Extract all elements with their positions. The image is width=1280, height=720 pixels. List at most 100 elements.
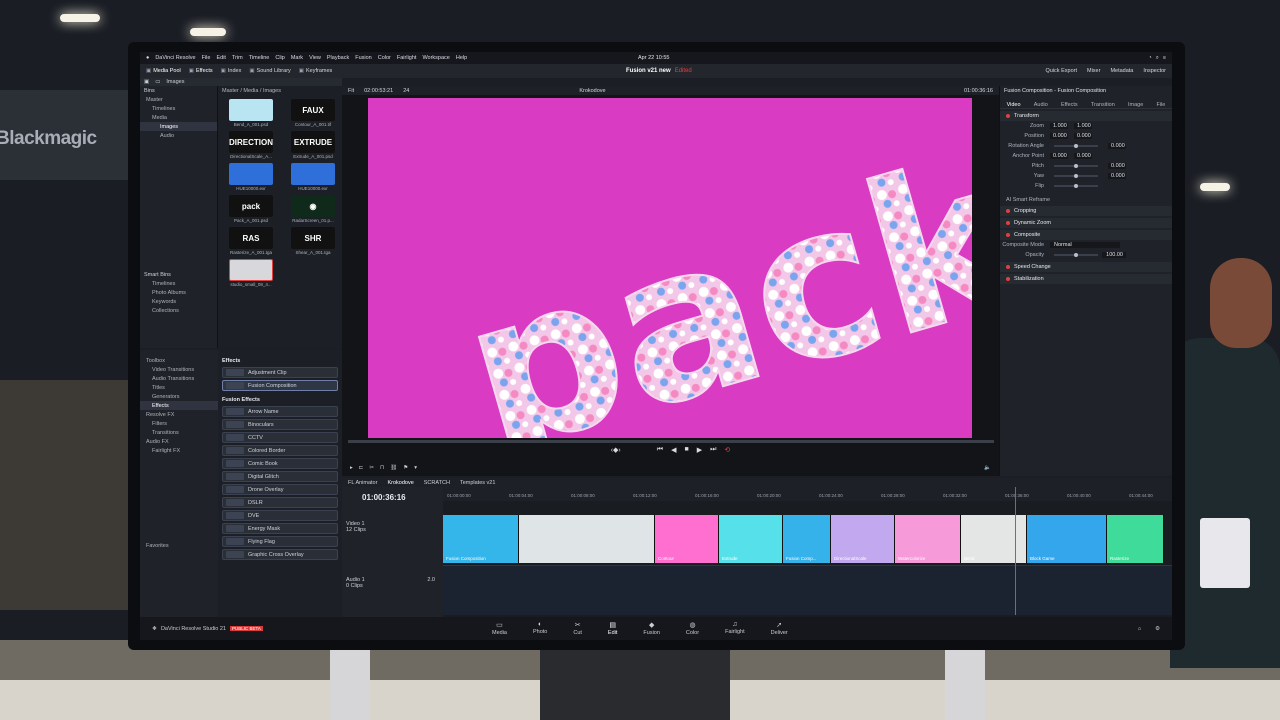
toolbar-button[interactable]: ▣ Keyframes <box>299 68 333 74</box>
fusion-effect-item[interactable]: Comic Book <box>222 458 338 469</box>
media-thumbnail[interactable]: SHR Shear_A_001.tga <box>286 227 340 255</box>
page-tab-fairlight[interactable]: ♫ Fairlight <box>725 621 745 636</box>
go-to-start-icon[interactable]: ⏮ <box>657 446 663 460</box>
media-thumbnail[interactable]: HUE10000.exr <box>224 163 278 191</box>
row-slider[interactable] <box>1054 174 1098 178</box>
viewer-scrubber[interactable] <box>348 440 994 443</box>
smart-bin-item[interactable]: Keywords <box>140 297 217 306</box>
opacity-value[interactable]: 100.00 <box>1102 252 1126 258</box>
fusion-effect-item[interactable]: Flying Flag <box>222 536 338 547</box>
video-clip[interactable]: Block Game <box>1027 515 1107 563</box>
apple-logo-icon[interactable]: ● <box>146 55 149 61</box>
inspector-tab[interactable]: Transition <box>1091 102 1115 108</box>
audio-volume-icon[interactable]: 🔈 <box>984 465 991 471</box>
reverse-icon[interactable]: ◀ <box>671 446 676 460</box>
bin-item[interactable]: Images <box>140 122 217 131</box>
y-value[interactable]: 0.000 <box>1074 153 1092 159</box>
effects-tree-item[interactable]: Filters <box>140 419 218 428</box>
timeline-tab[interactable]: SCRATCH <box>424 480 450 486</box>
video-clip[interactable]: Rasterize <box>1107 515 1164 563</box>
loop-icon[interactable]: ⟲ <box>724 446 730 460</box>
search-icon[interactable]: ⌕ <box>1156 55 1159 62</box>
media-thumbnail[interactable]: HUE10000.exr <box>286 163 340 191</box>
inspector-tab[interactable]: Video <box>1007 102 1021 108</box>
home-icon[interactable]: ⌂ <box>1138 626 1141 632</box>
selection-tool-icon[interactable]: ▸ <box>350 465 353 471</box>
toolbar-button[interactable]: Metadata <box>1110 68 1133 74</box>
composite-mode-select[interactable]: Normal <box>1050 242 1120 248</box>
menu-item[interactable]: Edit <box>216 55 225 61</box>
toolbar-button[interactable]: Inspector <box>1143 68 1166 74</box>
inspector-tab[interactable]: File <box>1156 102 1165 108</box>
enabled-dot-icon[interactable] <box>1006 209 1010 213</box>
menu-item[interactable]: File <box>202 55 211 61</box>
menu-item[interactable]: Fairlight <box>397 55 417 61</box>
bin-item[interactable]: Master <box>140 95 217 104</box>
menu-item[interactable]: Trim <box>232 55 243 61</box>
panel-layout-icon[interactable]: ▣ <box>144 79 149 85</box>
enabled-dot-icon[interactable] <box>1006 277 1010 281</box>
x-value[interactable]: 0.000 <box>1050 153 1068 159</box>
menu-item[interactable]: Help <box>456 55 467 61</box>
fusion-effect-item[interactable]: DSLR <box>222 497 338 508</box>
smart-bin-item[interactable]: Photo Albums <box>140 288 217 297</box>
menu-item[interactable]: Mark <box>291 55 303 61</box>
effect-item[interactable]: Fusion Composition <box>222 380 338 391</box>
fusion-effect-item[interactable]: Energy Mask <box>222 523 338 534</box>
wifi-icon[interactable]: ◔ <box>1148 55 1151 62</box>
inspector-tab[interactable]: Image <box>1128 102 1143 108</box>
page-tab-color[interactable]: ◍ Color <box>686 621 699 636</box>
row-slider[interactable] <box>1054 164 1098 168</box>
effect-item[interactable]: Adjustment Clip <box>222 367 338 378</box>
fusion-effect-item[interactable]: CCTV <box>222 432 338 443</box>
link-icon[interactable]: ⛓ <box>390 465 397 471</box>
video-clip[interactable]: Watercolorize <box>895 515 961 563</box>
inspector-tab[interactable]: Effects <box>1061 102 1078 108</box>
y-value[interactable]: 0.000 <box>1074 133 1092 139</box>
effects-tree-item[interactable]: Audio Transitions <box>140 374 218 383</box>
timeline-tab[interactable]: FL Animator <box>348 480 377 486</box>
menu-item[interactable]: Playback <box>327 55 349 61</box>
x-value[interactable]: 0.000 <box>1050 133 1068 139</box>
toolbar-button[interactable]: ▣ Index <box>221 68 242 74</box>
toolbar-button[interactable]: Quick Export <box>1046 68 1077 74</box>
timeline-ruler[interactable]: 01:00:00:00 01:00:04:00 01:00:08:00 01:00:1… <box>443 487 1172 501</box>
audio-lane[interactable] <box>443 565 1172 615</box>
bin-item[interactable]: Timelines <box>140 104 217 113</box>
enabled-dot-icon[interactable] <box>1006 221 1010 225</box>
page-tab-cut[interactable]: ✂ Cut <box>573 621 582 636</box>
viewer-clip-name[interactable]: Krokodove <box>579 88 605 94</box>
y-value[interactable]: 0.000 <box>1108 143 1126 149</box>
inspector-section[interactable]: Cropping <box>1000 206 1172 216</box>
enabled-dot-icon[interactable] <box>1006 233 1010 237</box>
menu-item[interactable]: Color <box>378 55 391 61</box>
go-to-end-icon[interactable]: ⏭ <box>710 446 716 460</box>
page-tab-deliver[interactable]: ➚ Deliver <box>771 621 788 636</box>
stop-icon[interactable]: ■ <box>684 446 688 460</box>
snapping-icon[interactable]: ⊓ <box>380 465 384 471</box>
fusion-effect-item[interactable]: DVE <box>222 510 338 521</box>
smart-bin-item[interactable]: Collections <box>140 306 217 315</box>
menu-item[interactable]: DaVinci Resolve <box>155 55 195 61</box>
enabled-dot-icon[interactable] <box>1006 114 1010 118</box>
inspector-section[interactable]: Composite <box>1000 230 1172 240</box>
settings-gear-icon[interactable]: ⚙ <box>1155 626 1160 632</box>
fusion-effect-item[interactable]: Digital Glitch <box>222 471 338 482</box>
effects-tree-item[interactable]: Video Transitions <box>140 365 218 374</box>
menu-item[interactable]: Timeline <box>249 55 270 61</box>
fusion-effect-item[interactable]: Arrow Name <box>222 406 338 417</box>
transform-section[interactable]: Transform <box>1000 111 1172 121</box>
bin-item[interactable]: Media <box>140 113 217 122</box>
inspector-section[interactable]: Stabilization <box>1000 274 1172 284</box>
page-tab-fusion[interactable]: ◆ Fusion <box>643 621 660 636</box>
viewer-canvas[interactable]: pack <box>368 98 972 438</box>
media-thumbnail[interactable]: FAUX Contour_A_001.tif <box>286 99 340 127</box>
menu-item[interactable]: Workspace <box>422 55 449 61</box>
control-center-icon[interactable]: ≡ <box>1163 55 1166 62</box>
toolbar-button[interactable]: Mixer <box>1087 68 1100 74</box>
row-slider[interactable] <box>1054 184 1098 188</box>
inspector-section[interactable]: Dynamic Zoom <box>1000 218 1172 228</box>
effects-tree-item[interactable]: Resolve FX <box>140 410 218 419</box>
toolbar-button[interactable]: ▣ Effects <box>189 68 213 74</box>
effects-tree-item[interactable]: Toolbox <box>140 356 218 365</box>
